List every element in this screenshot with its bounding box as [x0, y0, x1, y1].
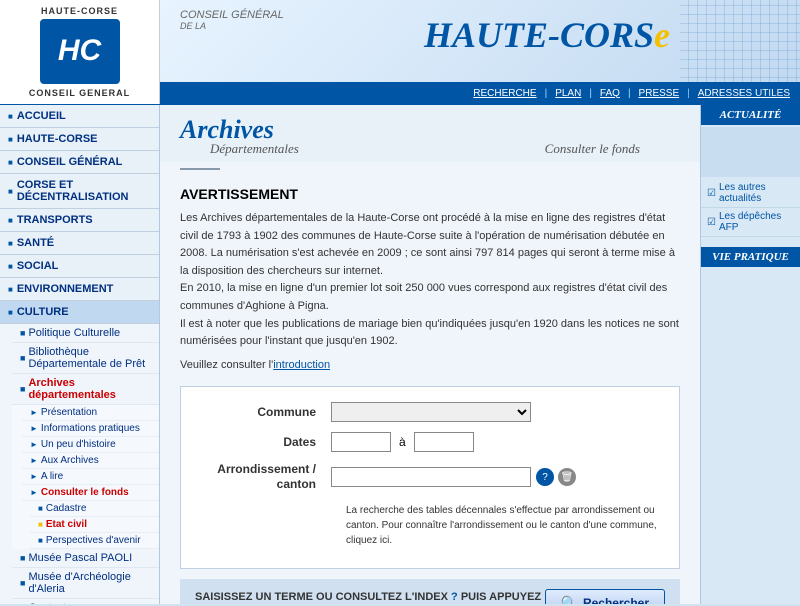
sidebar: ■ACCUEIL ■HAUTE-CORSE ■CONSEIL GÉNÉRAL ■…: [0, 105, 160, 604]
right-sidebar: ACTUALITÉ ☑ Les autres actualités ☑ Les …: [700, 105, 800, 604]
sidebar-item-perspectives[interactable]: ■Perspectives d'avenir: [30, 533, 159, 549]
archives-consulter: Consulter le fonds: [545, 141, 680, 157]
main-title: HAUTE-CORSe: [424, 14, 670, 56]
sidebar-item-culture[interactable]: ■CULTURE: [0, 301, 159, 324]
dates-separator: à: [399, 435, 406, 449]
sidebar-item-etat-civil[interactable]: ■Etat civil: [30, 517, 159, 533]
introduction-link[interactable]: introduction: [273, 359, 330, 371]
help-icon[interactable]: ?: [536, 468, 554, 486]
culture-subnav: ■Politique Culturelle ■Bibliothèque Dépa…: [0, 324, 159, 604]
content-body: AVERTISSEMENT Les Archives départemental…: [160, 176, 700, 604]
dates-row: Dates à: [201, 432, 659, 452]
consulter-subnav: ■Cadastre ■Etat civil ■Perspectives d'av…: [22, 501, 159, 549]
search-icon: 🔍: [561, 595, 578, 604]
arrond-note: La recherche des tables décennales s'eff…: [346, 503, 659, 548]
arrond-row: Arrondissement / canton ? 🗑: [201, 462, 659, 493]
nav-plan[interactable]: PLAN: [555, 88, 581, 99]
date-from-input[interactable]: [331, 432, 391, 452]
intro-link: Veuillez consulter l'introduction: [180, 359, 680, 371]
sidebar-item-aux-archives[interactable]: ►Aux Archives: [22, 453, 159, 469]
sidebar-item-sante[interactable]: ■SANTÉ: [0, 232, 159, 255]
sidebar-item-conseil[interactable]: ■CONSEIL GÉNÉRAL: [0, 151, 159, 174]
archives-header: Archives Départementales Consulter le fo…: [160, 105, 700, 162]
actualite-image: [701, 127, 800, 177]
sidebar-item-corse[interactable]: ■CORSE ET DÉCENTRALISATION: [0, 174, 159, 209]
sidebar-nav: ■ACCUEIL ■HAUTE-CORSE ■CONSEIL GÉNÉRAL ■…: [0, 105, 159, 604]
header-right: CONSEIL GÉNÉRAL DE LA RECHERCHE | PLAN |…: [160, 0, 800, 104]
commune-row: Commune: [201, 402, 659, 422]
sidebar-item-transports[interactable]: ■TRANSPORTS: [0, 209, 159, 232]
check-icon-2: ☑: [707, 217, 716, 228]
actualite-item-2[interactable]: ☑ Les dépêches AFP: [701, 208, 800, 237]
archives-subnav: ►Présentation ►Informations pratiques ►U…: [12, 405, 159, 549]
nav-faq[interactable]: FAQ: [600, 88, 620, 99]
sidebar-item-presentation[interactable]: ►Présentation: [22, 405, 159, 421]
vie-pratique-section: VIE PRATIQUE: [701, 247, 800, 267]
arrond-input[interactable]: [331, 467, 531, 487]
date-to-input[interactable]: [414, 432, 474, 452]
search-bottom: SAISISSEZ UN TERME OU CONSULTEZ L'INDEX …: [180, 579, 680, 604]
sidebar-item-contacts[interactable]: ■Contacts: [12, 599, 159, 604]
logo-area: HAUTE-CORSE HC CONSEIL GENERAL: [0, 0, 160, 104]
nav-recherche[interactable]: RECHERCHE: [473, 88, 536, 99]
sidebar-item-informations[interactable]: ►Informations pratiques: [22, 421, 159, 437]
sidebar-item-environnement[interactable]: ■ENVIRONNEMENT: [0, 278, 159, 301]
accent-e: e: [654, 15, 670, 55]
actualite-item-1[interactable]: ☑ Les autres actualités: [701, 179, 800, 208]
search-button[interactable]: 🔍 Rechercher: [545, 589, 665, 604]
header: HAUTE-CORSE HC CONSEIL GENERAL CONSEIL G…: [0, 0, 800, 105]
sidebar-item-bibliotheque[interactable]: ■Bibliothèque Départementale de Prêt: [12, 343, 159, 374]
sidebar-item-a-lire[interactable]: ►A lire: [22, 469, 159, 485]
avertissement-title: AVERTISSEMENT: [180, 186, 680, 202]
sidebar-item-politique-culturelle[interactable]: ■Politique Culturelle: [12, 324, 159, 343]
divider: [180, 168, 220, 170]
sidebar-item-cadastre[interactable]: ■Cadastre: [30, 501, 159, 517]
delete-icon[interactable]: 🗑: [558, 468, 576, 486]
dates-inputs: à: [331, 432, 474, 452]
sidebar-item-archives[interactable]: ■Archives départementales: [12, 374, 159, 405]
vie-pratique-header: VIE PRATIQUE: [701, 247, 800, 267]
actualite-header: ACTUALITÉ: [701, 105, 800, 125]
header-title: HAUTE-CORSe: [424, 14, 670, 56]
dates-label: Dates: [201, 435, 331, 449]
sidebar-item-consulter[interactable]: ►Consulter le fonds: [22, 485, 159, 501]
commune-select[interactable]: [331, 402, 531, 422]
content-area: Archives Départementales Consulter le fo…: [160, 105, 700, 604]
sidebar-item-musee-pascal[interactable]: ■Musée Pascal PAOLI: [12, 549, 159, 568]
conseil-general-label: CONSEIL GÉNÉRAL DE LA: [180, 9, 284, 31]
sidebar-item-musee-archeo[interactable]: ■Musée d'Archéologie d'Aleria: [12, 568, 159, 599]
check-icon: ☑: [707, 188, 716, 199]
grid-pattern: [680, 0, 800, 104]
sidebar-item-accueil[interactable]: ■ACCUEIL: [0, 105, 159, 128]
avertissement-text: Les Archives départementales de la Haute…: [180, 210, 680, 351]
form-icons: ? 🗑: [536, 468, 576, 486]
search-form: Commune Dates à Arrondissement / canton: [180, 386, 680, 569]
sidebar-item-social[interactable]: ■SOCIAL: [0, 255, 159, 278]
nav-presse[interactable]: PRESSE: [639, 88, 680, 99]
search-label: SAISISSEZ UN TERME OU CONSULTEZ L'INDEX …: [195, 591, 545, 604]
commune-label: Commune: [201, 405, 331, 419]
logo-box: HC: [40, 19, 120, 84]
sidebar-item-histoire[interactable]: ►Un peu d'histoire: [22, 437, 159, 453]
sidebar-item-haute-corse[interactable]: ■HAUTE-CORSE: [0, 128, 159, 151]
arrond-label: Arrondissement / canton: [201, 462, 331, 493]
main-layout: ■ACCUEIL ■HAUTE-CORSE ■CONSEIL GÉNÉRAL ■…: [0, 105, 800, 604]
haute-corse-top-label: HAUTE-CORSE: [41, 6, 118, 16]
conseil-label: CONSEIL GENERAL: [29, 88, 130, 98]
logo-text: HC: [58, 34, 101, 68]
